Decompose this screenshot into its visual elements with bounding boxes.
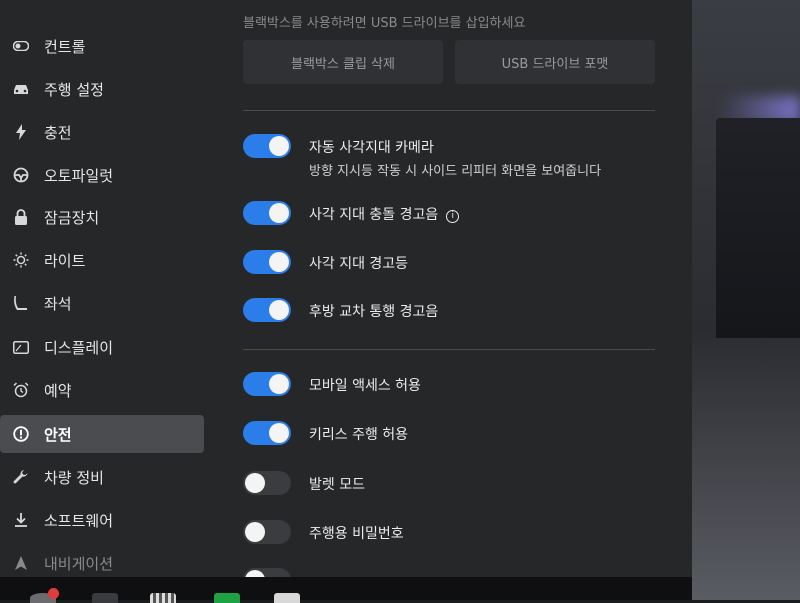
- setting-label: 후방 교차 통행 경고음: [309, 304, 439, 320]
- setting-label: 사각 지대 충돌 경고음: [309, 207, 439, 223]
- navigation-arrow-icon: [12, 554, 30, 572]
- display-icon: [12, 338, 30, 356]
- seat-icon: [12, 294, 30, 312]
- setting-label: 주행용 비밀번호: [309, 526, 404, 542]
- valet-mode-toggle[interactable]: [243, 471, 291, 495]
- sidebar-item-label: 안전: [44, 425, 72, 444]
- sidebar-item-label: 좌석: [44, 294, 72, 313]
- setting-description: 방향 지시등 작동 시 사이드 리피터 화면을 보여줍니다: [309, 164, 602, 179]
- format-usb-button[interactable]: USB 드라이브 포맷: [455, 40, 655, 84]
- sidebar-item-software[interactable]: 소프트웨어: [0, 501, 204, 539]
- setting-label: 키리스 주행 허용: [309, 427, 409, 443]
- sidebar-item-seats[interactable]: 좌석: [0, 284, 204, 322]
- app-icon[interactable]: [92, 593, 118, 603]
- app-icon[interactable]: [274, 593, 300, 603]
- sidebar-item-label: 차량 정비: [44, 468, 104, 487]
- sidebar-item-label: 내비게이션: [44, 554, 114, 573]
- safety-settings-panel: 블랙박스를 사용하려면 USB 드라이브를 삽입하세요 블랙박스 클립 삭제 U…: [215, 0, 692, 577]
- toggle-knob: [269, 136, 289, 156]
- lock-icon: [12, 208, 30, 226]
- section-divider: [243, 349, 655, 350]
- toggle-knob: [269, 423, 289, 443]
- sun-icon: [12, 251, 30, 269]
- toggle-icon: [12, 37, 30, 55]
- car-icon: [12, 80, 30, 98]
- sidebar-item-navigation[interactable]: 내비게이션: [0, 544, 204, 577]
- delete-dashcam-clips-button[interactable]: 블랙박스 클립 삭제: [243, 40, 443, 84]
- setting-label-wrap: 사각 지대 충돌 경고음 i: [309, 204, 460, 224]
- sidebar-item-label: 디스플레이: [44, 338, 114, 357]
- sidebar-item-label: 라이트: [44, 251, 86, 270]
- toggle-knob: [269, 252, 289, 272]
- sidebar-item-controls[interactable]: 컨트롤: [0, 27, 204, 65]
- blind-spot-light-toggle[interactable]: [243, 250, 291, 274]
- info-icon[interactable]: i: [446, 209, 460, 223]
- setting-label: 발렛 모드: [309, 477, 365, 493]
- toggle-knob: [269, 300, 289, 320]
- sidebar-item-service[interactable]: 차량 정비: [0, 458, 204, 496]
- sidebar-item-lights[interactable]: 라이트: [0, 241, 204, 279]
- pin-to-drive-toggle[interactable]: [243, 520, 291, 544]
- setting-label: 자동 사각지대 카메라: [309, 140, 434, 156]
- steering-wheel-icon: [12, 166, 30, 184]
- dashcam-usb-hint: 블랙박스를 사용하려면 USB 드라이브를 삽입하세요: [243, 16, 526, 31]
- blind-spot-camera-toggle[interactable]: [243, 134, 291, 158]
- setting-label: 모바일 액세스 허용: [309, 378, 421, 394]
- mobile-access-toggle[interactable]: [243, 372, 291, 396]
- wrench-icon: [12, 468, 30, 486]
- toggle-knob: [269, 374, 289, 394]
- sidebar-item-locks[interactable]: 잠금장치: [0, 198, 204, 236]
- toggle-knob: [245, 570, 265, 577]
- next-setting-toggle[interactable]: [243, 568, 291, 577]
- dashboard-panel: [716, 118, 800, 338]
- rear-cross-traffic-toggle[interactable]: [243, 298, 291, 322]
- touchscreen: 컨트롤 주행 설정 충전 오토파일럿 잠금장치 라이트 좌석 디스플레이 예약 …: [0, 0, 692, 577]
- sidebar-item-driving[interactable]: 주행 설정: [0, 70, 204, 108]
- sidebar-item-safety[interactable]: 안전: [0, 415, 204, 453]
- blind-spot-chime-toggle[interactable]: [243, 201, 291, 225]
- sidebar-item-label: 주행 설정: [44, 80, 104, 99]
- bolt-icon: [12, 123, 30, 141]
- sidebar-item-label: 컨트롤: [44, 37, 86, 56]
- alarm-clock-icon: [12, 381, 30, 399]
- setting-label: 사각 지대 경고등: [309, 256, 409, 272]
- bottom-taskbar: [0, 577, 692, 603]
- keyless-driving-toggle[interactable]: [243, 421, 291, 445]
- car-interior-background: [692, 0, 800, 600]
- section-divider: [243, 110, 655, 111]
- sidebar-item-schedule[interactable]: 예약: [0, 371, 204, 409]
- app-icon[interactable]: [214, 593, 240, 603]
- sidebar-item-label: 소프트웨어: [44, 511, 114, 530]
- sidebar-item-display[interactable]: 디스플레이: [0, 328, 204, 366]
- dashcam-app-icon[interactable]: [150, 593, 176, 603]
- sidebar-item-label: 오토파일럿: [44, 166, 114, 185]
- toggle-knob: [245, 473, 265, 493]
- toggle-knob: [269, 203, 289, 223]
- alert-circle-icon: [12, 425, 30, 443]
- sidebar-item-label: 잠금장치: [44, 208, 100, 227]
- sidebar-item-label: 예약: [44, 381, 72, 400]
- toggle-knob: [245, 522, 265, 542]
- sidebar-item-label: 충전: [44, 123, 72, 142]
- settings-sidebar: 컨트롤 주행 설정 충전 오토파일럿 잠금장치 라이트 좌석 디스플레이 예약 …: [0, 0, 215, 577]
- download-icon: [12, 511, 30, 529]
- sidebar-item-autopilot[interactable]: 오토파일럿: [0, 156, 204, 194]
- notification-badge: [48, 588, 59, 599]
- sidebar-item-charging[interactable]: 충전: [0, 113, 204, 151]
